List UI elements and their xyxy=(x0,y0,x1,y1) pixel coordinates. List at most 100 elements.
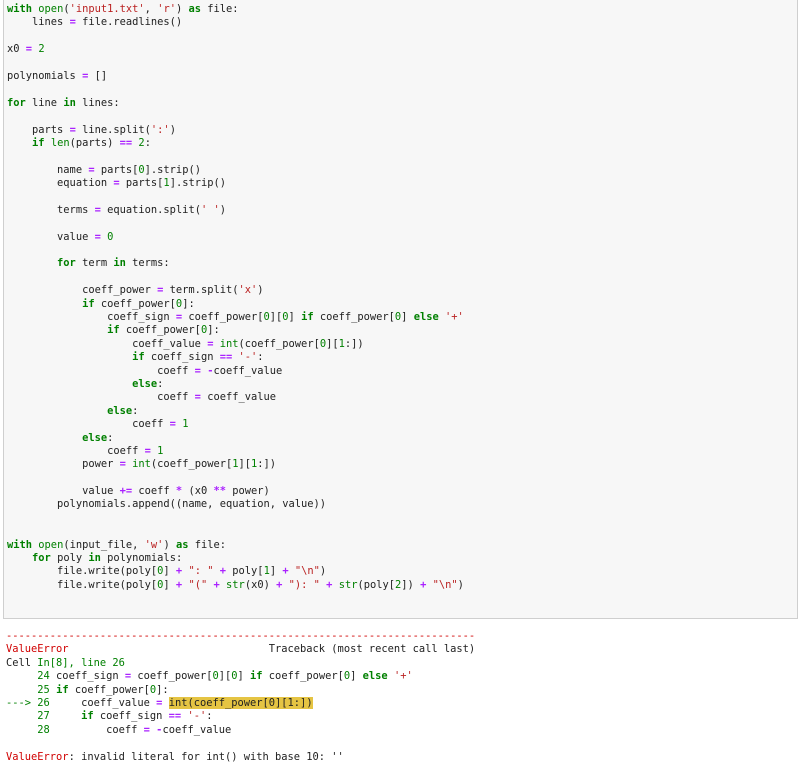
code-line-token: : xyxy=(257,351,264,364)
code-line-token: (coeff_power[ xyxy=(238,337,320,350)
code-line-token: coeff_power[ xyxy=(182,310,264,323)
code-line-token: ] xyxy=(163,578,176,591)
code-line-token: lines xyxy=(7,16,70,29)
code-line-token: coeff_power[ xyxy=(94,297,176,310)
code-line-token: parts[ xyxy=(94,163,139,176)
code-line-token: ) xyxy=(457,578,464,591)
code-line-token: str xyxy=(226,578,245,591)
code-line-token: ) xyxy=(175,3,189,15)
output-line-token: : xyxy=(206,710,213,723)
code-line-token: lines: xyxy=(75,96,120,109)
code-line: coeff = 1 xyxy=(7,445,464,458)
output-line-token: coeff_power[ xyxy=(262,670,344,683)
code-line-token: int xyxy=(219,337,239,350)
code-line-token: coeff_value xyxy=(7,337,208,350)
output-line: 24 coeff_sign = coeff_power[0][0] if coe… xyxy=(6,670,475,683)
code-line-token: file.readlines() xyxy=(75,16,183,29)
code-line-token: else xyxy=(107,404,133,417)
output-line-token: if xyxy=(56,683,69,696)
code-line-token: power xyxy=(7,458,120,471)
code-line-token: ]: xyxy=(182,297,195,310)
code-line: terms = equation.split(' ') xyxy=(7,204,464,217)
code-line: if coeff_sign == '-': xyxy=(7,351,464,364)
code-line-token: : xyxy=(144,136,151,149)
code-line-token: for xyxy=(7,96,26,109)
error-output: ----------------------------------------… xyxy=(6,630,475,764)
code-line-token: ' ' xyxy=(200,203,220,216)
code-line-token xyxy=(7,552,32,564)
code-line-token: ][ xyxy=(326,337,339,350)
code-line-token: == xyxy=(119,136,133,149)
code-line: file.write(poly[0] + "(" + str(x0) + "):… xyxy=(7,579,464,592)
code-line: for line in lines: xyxy=(7,97,464,110)
code-line-token: (coeff_power[ xyxy=(150,458,233,471)
code-line-token: open xyxy=(38,3,64,15)
code-line: lines = file.readlines() xyxy=(7,16,464,29)
output-line-token: coeff_sign xyxy=(93,710,169,723)
code-line: else: xyxy=(7,378,464,391)
code-cell[interactable]: with open('input1.txt', 'r') as file: li… xyxy=(3,0,798,619)
code-line-token: power) xyxy=(225,485,270,498)
output-line-token: ][ xyxy=(218,670,232,683)
code-line-token: (input_file, xyxy=(63,538,145,551)
code-line-token: ] xyxy=(163,565,176,578)
code-line-token: (parts) xyxy=(69,136,120,149)
code-line-token: ) xyxy=(169,123,176,136)
output-line-token: else xyxy=(362,670,388,683)
code-line: coeff_sign = coeff_power[0][0] if coeff_… xyxy=(7,311,464,324)
code-line-token: polynomials.append((name, equation, valu… xyxy=(7,498,327,511)
code-line-token: if xyxy=(132,351,145,364)
code-line-token: poly xyxy=(50,552,89,565)
output-line-token: ---> 26 xyxy=(6,696,50,709)
code-line-token: coeff xyxy=(7,418,170,431)
code-line: coeff = -coeff_value xyxy=(7,365,464,378)
output-line-token: coeff_value xyxy=(49,696,157,709)
code-line-token: coeff xyxy=(132,485,176,498)
code-line-token: terms: xyxy=(125,257,170,270)
output-line-token: coeff_power[ xyxy=(131,670,213,683)
output-line-token: Traceback (most recent call last) xyxy=(68,643,476,656)
code-line-token: "): " xyxy=(288,578,320,591)
code-line-token xyxy=(7,298,82,310)
code-line-token: poly[ xyxy=(226,565,264,578)
output-line-token: Cell xyxy=(6,656,38,669)
code-line: if coeff_power[0]: xyxy=(7,324,464,337)
code-line: coeff_value = int(coeff_power[0][1:]) xyxy=(7,338,464,351)
code-line-token: coeff_power[ xyxy=(119,324,201,337)
code-line-token: ": " xyxy=(188,565,214,578)
output-line: ---> 26 coeff_value = int(coeff_power[0]… xyxy=(6,696,475,710)
code-line: coeff_power = term.split('x') xyxy=(7,284,464,297)
output-line-token: 28 xyxy=(6,723,50,736)
code-line: name = parts[0].strip() xyxy=(7,164,464,177)
code-line-token: "\n" xyxy=(294,565,320,578)
code-line-token: 1 xyxy=(182,418,189,431)
code-line: equation = parts[1].strip() xyxy=(7,177,464,190)
code-line-token: 1 xyxy=(157,444,164,457)
code-line-token: polynomials: xyxy=(100,552,183,565)
code-line-token: in xyxy=(113,257,126,270)
code-line-token: coeff_power xyxy=(7,284,158,297)
code-line-token: : xyxy=(107,431,114,444)
code-editor[interactable]: with open('input1.txt', 'r') as file: li… xyxy=(7,3,464,592)
code-line-token xyxy=(7,324,107,336)
code-line-token: term xyxy=(75,257,114,270)
code-line-token: file: xyxy=(201,3,239,15)
code-line-token xyxy=(7,257,57,269)
code-line-token: with xyxy=(7,538,33,551)
code-line-token: coeff_value xyxy=(200,391,277,404)
code-line-token: 0 xyxy=(107,230,114,243)
code-line-token: equation.split( xyxy=(100,203,201,216)
code-line-token: 2 xyxy=(38,43,45,56)
code-line-token: coeff xyxy=(7,444,145,457)
code-line-token: ] xyxy=(269,565,283,578)
code-line-token: (x0) xyxy=(244,578,277,591)
code-line-token: 'r' xyxy=(157,3,176,15)
